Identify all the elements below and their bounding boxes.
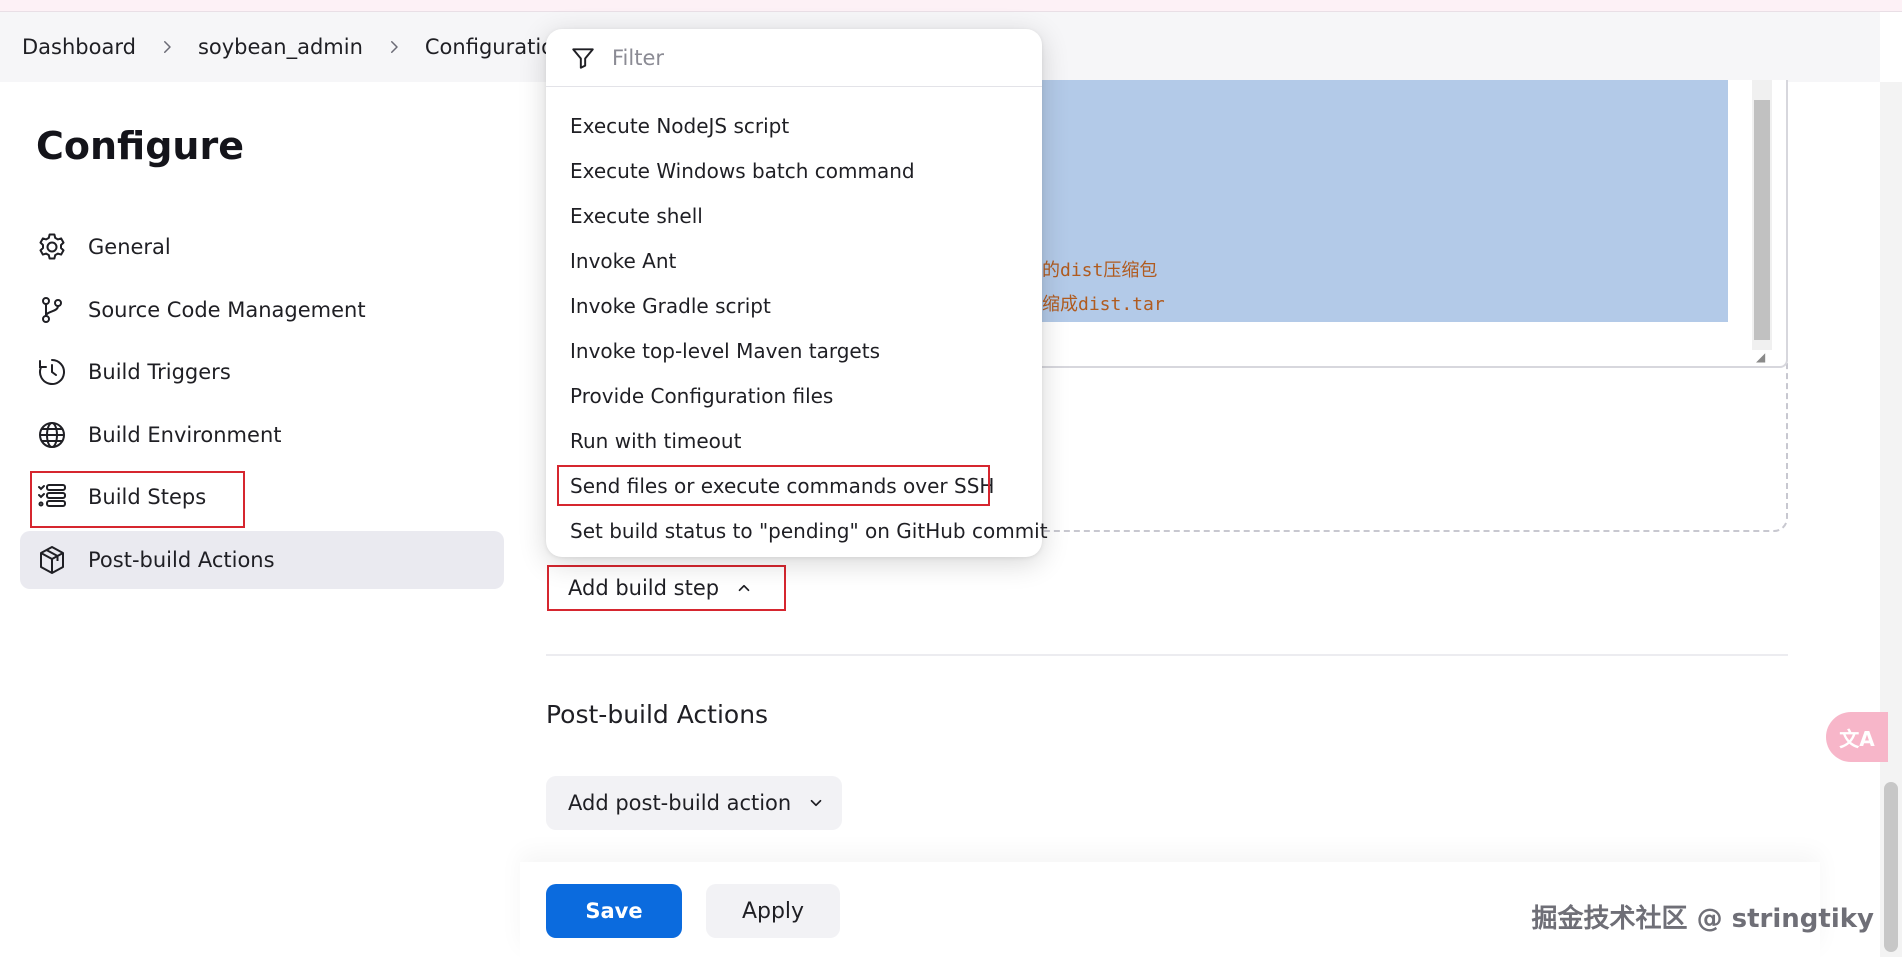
menu-item-execute-nodejs-script[interactable]: Execute NodeJS script: [546, 103, 1042, 148]
sidebar-nav: General Source Code Management Build Tri…: [20, 218, 504, 593]
menu-item-run-with-timeout[interactable]: Run with timeout: [546, 418, 1042, 463]
menu-item-invoke-maven-targets[interactable]: Invoke top-level Maven targets: [546, 328, 1042, 373]
filter-input[interactable]: [610, 44, 1010, 71]
filter-row: [546, 29, 1042, 87]
code-line: 的dist压缩包: [1042, 260, 1158, 281]
branch-icon: [36, 294, 68, 326]
apply-button[interactable]: Apply: [706, 884, 840, 938]
sidebar-item-build-steps[interactable]: Build Steps: [20, 468, 504, 526]
save-button[interactable]: Save: [546, 884, 682, 938]
editor-scrollbar[interactable]: [1752, 80, 1772, 350]
menu-item-send-files-over-ssh[interactable]: Send files or execute commands over SSH: [546, 463, 1042, 508]
chevron-right-icon: [385, 38, 403, 56]
section-divider: [546, 654, 1788, 656]
breadcrumb-job[interactable]: soybean_admin: [198, 35, 363, 59]
code-line: 缩成dist.tar: [1042, 294, 1165, 315]
shell-command-editor[interactable]: 的dist压缩包 缩成dist.tar ◢: [1000, 80, 1788, 368]
editor-scrollbar-thumb[interactable]: [1754, 100, 1770, 340]
package-icon: [36, 544, 68, 576]
breadcrumb-dashboard[interactable]: Dashboard: [22, 35, 136, 59]
sidebar-item-source-code-management[interactable]: Source Code Management: [20, 281, 504, 339]
sidebar-item-label: Source Code Management: [88, 297, 366, 322]
filter-icon: [572, 47, 594, 69]
add-post-build-action-button[interactable]: Add post-build action: [546, 776, 842, 830]
chevron-right-icon: [158, 38, 176, 56]
page-scrollbar-thumb[interactable]: [1884, 782, 1898, 952]
add-build-step-button[interactable]: Add build step: [548, 566, 774, 610]
menu-item-invoke-ant[interactable]: Invoke Ant: [546, 238, 1042, 283]
chevron-up-icon: [738, 584, 750, 592]
menu-item-execute-windows-batch-command[interactable]: Execute Windows batch command: [546, 148, 1042, 193]
chevron-down-icon: [810, 799, 822, 807]
menu-item-provide-configuration-files[interactable]: Provide Configuration files: [546, 373, 1042, 418]
add-build-step-label: Add build step: [568, 576, 720, 600]
sidebar-item-label: Build Steps: [88, 485, 207, 509]
globe-icon: [36, 419, 68, 451]
translate-button[interactable]: 文A: [1826, 712, 1888, 762]
sidebar-item-label: Build Triggers: [88, 360, 231, 384]
add-post-build-action-label: Add post-build action: [568, 791, 792, 815]
menu-item-execute-shell[interactable]: Execute shell: [546, 193, 1042, 238]
top-strip: [0, 0, 1902, 12]
sidebar-item-general[interactable]: General: [20, 218, 504, 276]
sidebar-item-label: Post-build Actions: [88, 547, 275, 572]
menu-list: Execute NodeJS script Execute Windows ba…: [546, 87, 1048, 553]
watermark: 掘金技术社区 @ stringtiky: [1531, 904, 1874, 934]
build-step-dropdown: Execute NodeJS script Execute Windows ba…: [546, 29, 1048, 557]
page-scrollbar[interactable]: [1880, 82, 1902, 957]
list-icon: [36, 481, 68, 513]
menu-item-set-build-status-github[interactable]: Set build status to "pending" on GitHub …: [546, 508, 1048, 553]
post-build-section-title: Post-build Actions: [546, 700, 769, 729]
sidebar-item-label: Build Environment: [88, 422, 282, 447]
page-title: Configure: [36, 124, 244, 168]
editor-selection: [1002, 80, 1728, 322]
clock-icon: [36, 356, 68, 388]
resize-grip-icon[interactable]: ◢: [1756, 350, 1772, 364]
sidebar-item-build-environment[interactable]: Build Environment: [20, 406, 504, 464]
sidebar-item-label: General: [88, 235, 171, 259]
sidebar-item-post-build-actions[interactable]: Post-build Actions: [20, 530, 504, 589]
gear-icon: [36, 231, 68, 263]
menu-item-invoke-gradle-script[interactable]: Invoke Gradle script: [546, 283, 1042, 328]
sidebar-item-build-triggers[interactable]: Build Triggers: [20, 343, 504, 401]
